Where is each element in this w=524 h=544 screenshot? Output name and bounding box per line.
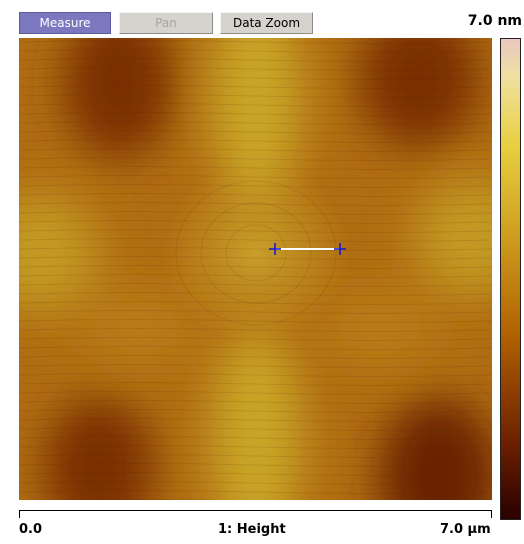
color-scale-max-label: 7.0 nm [467,13,522,29]
channel-label: 1: Height [218,522,286,537]
height-image[interactable] [19,38,492,500]
x-axis-max-label: 7.0 µm [440,522,491,537]
measure-button[interactable]: Measure [19,12,111,34]
color-scale-bar [500,38,521,520]
pan-button[interactable]: Pan [119,12,213,34]
data-zoom-button[interactable]: Data Zoom [220,12,313,34]
height-map-svg [19,38,492,500]
toolbar: Measure Pan Data Zoom 7.0 nm [0,0,524,38]
x-axis [19,510,492,520]
x-axis-min-label: 0.0 [19,522,43,537]
